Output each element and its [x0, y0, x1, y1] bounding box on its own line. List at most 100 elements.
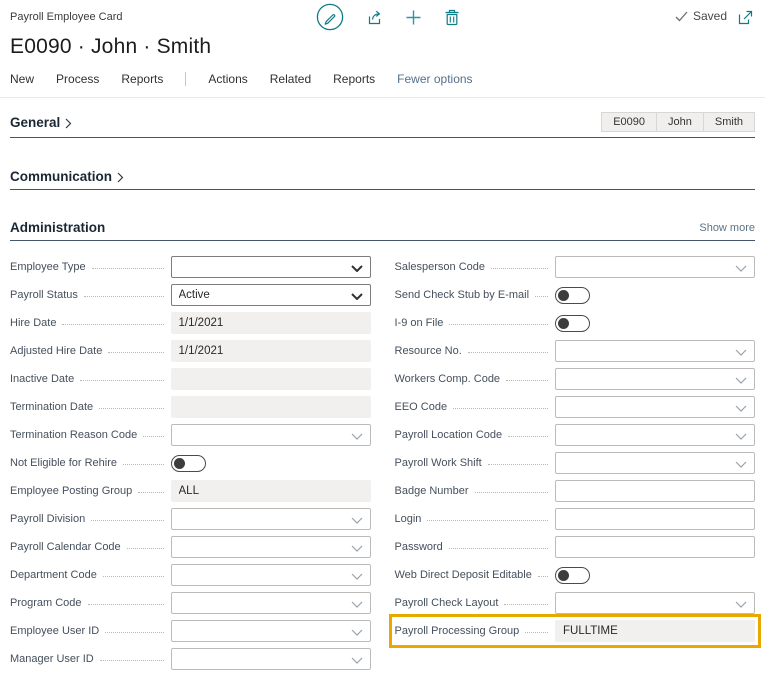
- chevron-right-icon: [117, 172, 124, 183]
- payroll-division-combobox[interactable]: [171, 508, 371, 530]
- employee-user-id-combobox[interactable]: [171, 620, 371, 642]
- resource-no-combobox[interactable]: [555, 340, 755, 362]
- password-input[interactable]: [555, 536, 755, 558]
- dotted-leader: [99, 408, 163, 409]
- dotted-leader: [84, 296, 164, 297]
- web-direct-deposit-editable-toggle[interactable]: [555, 567, 590, 584]
- field-label: Adjusted Hire Date: [10, 345, 102, 357]
- dotted-leader: [488, 464, 548, 465]
- menu-divider: [185, 72, 186, 86]
- field-row-payroll-work-shift: Payroll Work Shift: [395, 452, 756, 474]
- dotted-leader: [427, 520, 548, 521]
- save-status: Saved: [675, 9, 727, 23]
- workers-comp-code-combobox[interactable]: [555, 368, 755, 390]
- dotted-leader: [538, 576, 548, 577]
- field-label: Termination Date: [10, 401, 93, 413]
- field-row-employee-posting-group: Employee Posting Group ALL: [10, 480, 371, 502]
- command-header: Payroll Employee Card: [0, 0, 765, 34]
- field-label: Resource No.: [395, 345, 462, 357]
- chevron-down-icon: [351, 545, 363, 552]
- badge-number-input[interactable]: [555, 480, 755, 502]
- open-in-new-window-button[interactable]: [738, 10, 753, 30]
- manager-user-id-combobox[interactable]: [171, 648, 371, 670]
- chevron-down-icon: [351, 293, 363, 300]
- field-row-password: Password: [395, 536, 756, 558]
- delete-button[interactable]: [444, 9, 460, 26]
- control-cell: [555, 312, 755, 334]
- not-eligible-for-rehire-toggle[interactable]: [171, 455, 206, 472]
- dotted-leader: [506, 380, 548, 381]
- toggle-knob: [558, 318, 569, 329]
- menu-fewer-options[interactable]: Fewer options: [397, 72, 472, 86]
- field-row-badge-number: Badge Number: [395, 480, 756, 502]
- menu-reports2[interactable]: Reports: [333, 72, 375, 86]
- dotted-leader: [80, 380, 163, 381]
- chip-employee-no[interactable]: E0090: [601, 112, 657, 132]
- termination-reason-code-combobox[interactable]: [171, 424, 371, 446]
- employee-type-select[interactable]: [171, 256, 371, 278]
- show-more-link[interactable]: Show more: [699, 222, 755, 234]
- department-code-combobox[interactable]: [171, 564, 371, 586]
- administration-form: Employee Type Payroll Status Active Hire Da…: [0, 256, 765, 676]
- field-row-payroll-calendar-code: Payroll Calendar Code: [10, 536, 371, 558]
- dotted-leader: [525, 632, 548, 633]
- section-administration-rule: [10, 240, 755, 241]
- share-button[interactable]: [366, 9, 383, 26]
- menu-reports[interactable]: Reports: [121, 72, 163, 86]
- field-label: Payroll Calendar Code: [10, 541, 121, 553]
- chevron-down-icon: [351, 601, 363, 608]
- payroll-check-layout-combobox[interactable]: [555, 592, 755, 614]
- section-communication-header[interactable]: Communication: [10, 169, 755, 184]
- toolbar: [316, 3, 460, 31]
- field-row-payroll-processing-group: Payroll Processing GroupFULLTIME: [395, 620, 756, 642]
- field-label: Payroll Status: [10, 289, 78, 301]
- payroll-processing-group-field: FULLTIME: [555, 620, 755, 642]
- field-label: Hire Date: [10, 317, 56, 329]
- termination-date-field: [171, 396, 371, 418]
- menu-process[interactable]: Process: [56, 72, 99, 86]
- page-content: General E0090 John Smith Communication A…: [0, 112, 765, 241]
- field-row-payroll-status: Payroll Status Active: [10, 284, 371, 306]
- employee-posting-group-field: ALL: [171, 480, 371, 502]
- payroll-calendar-code-combobox[interactable]: [171, 536, 371, 558]
- salesperson-code-combobox[interactable]: [555, 256, 755, 278]
- menu-actions[interactable]: Actions: [208, 72, 247, 86]
- chevron-down-icon: [735, 405, 747, 412]
- dotted-leader: [127, 548, 164, 549]
- chevron-down-icon: [735, 601, 747, 608]
- dotted-leader: [91, 520, 163, 521]
- menu-related[interactable]: Related: [270, 72, 311, 86]
- field-row-web-direct-deposit-editable: Web Direct Deposit Editable: [395, 564, 756, 586]
- inactive-date-field: [171, 368, 371, 390]
- dotted-leader: [508, 436, 548, 437]
- field-row-inactive-date: Inactive Date: [10, 368, 371, 390]
- field-label: Employee Type: [10, 261, 86, 273]
- payroll-status-select[interactable]: Active: [171, 284, 371, 306]
- dotted-leader: [449, 548, 548, 549]
- section-communication-title: Communication: [10, 169, 112, 184]
- chip-last-name[interactable]: Smith: [704, 112, 755, 132]
- menu-new[interactable]: New: [10, 72, 34, 86]
- chevron-down-icon: [351, 573, 363, 580]
- dotted-leader: [535, 296, 548, 297]
- section-general-header[interactable]: General E0090 John Smith: [10, 112, 755, 132]
- login-input[interactable]: [555, 508, 755, 530]
- program-code-combobox[interactable]: [171, 592, 371, 614]
- send-check-stub-by-e-mail-toggle[interactable]: [555, 287, 590, 304]
- chevron-down-icon: [735, 461, 747, 468]
- payroll-location-code-combobox[interactable]: [555, 424, 755, 446]
- chevron-down-icon: [351, 629, 363, 636]
- edit-button[interactable]: [316, 3, 344, 31]
- i-9-on-file-toggle[interactable]: [555, 315, 590, 332]
- dotted-leader: [453, 408, 548, 409]
- field-label: Payroll Check Layout: [395, 597, 499, 609]
- dotted-leader: [100, 660, 164, 661]
- new-button[interactable]: [405, 9, 422, 26]
- eeo-code-combobox[interactable]: [555, 396, 755, 418]
- chip-first-name[interactable]: John: [657, 112, 704, 132]
- payroll-work-shift-combobox[interactable]: [555, 452, 755, 474]
- chevron-down-icon: [735, 433, 747, 440]
- check-icon: [675, 11, 688, 22]
- section-administration-header[interactable]: Administration Show more: [10, 220, 755, 235]
- field-label: Employee Posting Group: [10, 485, 132, 497]
